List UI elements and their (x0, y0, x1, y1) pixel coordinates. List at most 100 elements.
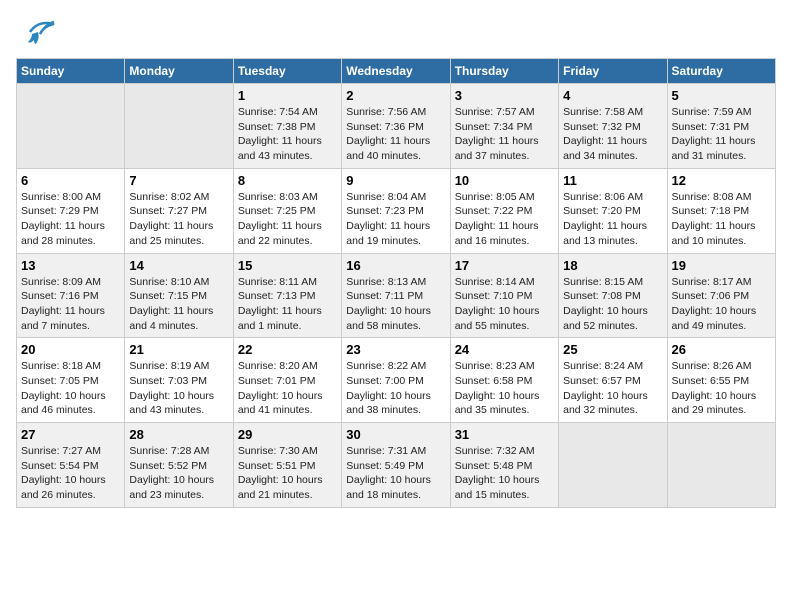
calendar-cell: 14Sunrise: 8:10 AM Sunset: 7:15 PM Dayli… (125, 253, 233, 338)
calendar-table: SundayMondayTuesdayWednesdayThursdayFrid… (16, 58, 776, 508)
calendar-cell: 26 Sunrise: 8:26 AM Sunset: 6:55 PM Dayli… (667, 338, 775, 423)
calendar-cell: 22Sunrise: 8:20 AM Sunset: 7:01 PM Dayli… (233, 338, 341, 423)
calendar-cell: 15 Sunrise: 8:11 AM Sunset: 7:13 PM Dayli… (233, 253, 341, 338)
day-info: Sunrise: 8:23 AM Sunset: 6:58 PM Dayligh… (455, 359, 554, 418)
calendar-cell: 18Sunrise: 8:15 AM Sunset: 7:08 PM Dayli… (559, 253, 667, 338)
calendar-cell: 24 Sunrise: 8:23 AM Sunset: 6:58 PM Dayli… (450, 338, 558, 423)
day-number: 9 (346, 173, 445, 188)
day-info: Sunrise: 8:00 AM Sunset: 7:29 PM Dayligh… (21, 190, 120, 249)
day-number: 31 (455, 427, 554, 442)
day-info: Sunrise: 8:14 AM Sunset: 7:10 PM Dayligh… (455, 275, 554, 334)
day-info: Sunrise: 7:57 AM Sunset: 7:34 PM Dayligh… (455, 105, 554, 164)
day-number: 15 (238, 258, 337, 273)
calendar-cell: 31 Sunrise: 7:32 AM Sunset: 5:48 PM Dayli… (450, 423, 558, 508)
day-info: Sunrise: 7:32 AM Sunset: 5:48 PM Dayligh… (455, 444, 554, 503)
day-number: 16 (346, 258, 445, 273)
calendar-cell: 13 Sunrise: 8:09 AM Sunset: 7:16 PM Dayli… (17, 253, 125, 338)
day-header-monday: Monday (125, 59, 233, 84)
calendar-cell: 6 Sunrise: 8:00 AM Sunset: 7:29 PM Daylig… (17, 168, 125, 253)
day-info: Sunrise: 7:59 AM Sunset: 7:31 PM Dayligh… (672, 105, 771, 164)
day-number: 5 (672, 88, 771, 103)
day-info: Sunrise: 8:06 AM Sunset: 7:20 PM Dayligh… (563, 190, 662, 249)
calendar-cell (667, 423, 775, 508)
calendar-cell: 25 Sunrise: 8:24 AM Sunset: 6:57 PM Dayli… (559, 338, 667, 423)
day-info: Sunrise: 7:56 AM Sunset: 7:36 PM Dayligh… (346, 105, 445, 164)
calendar-cell: 10 Sunrise: 8:05 AM Sunset: 7:22 PM Dayli… (450, 168, 558, 253)
day-info: Sunrise: 7:58 AM Sunset: 7:32 PM Dayligh… (563, 105, 662, 164)
day-number: 28 (129, 427, 228, 442)
day-number: 13 (21, 258, 120, 273)
calendar-cell: 7Sunrise: 8:02 AM Sunset: 7:27 PM Daylig… (125, 168, 233, 253)
day-number: 20 (21, 342, 120, 357)
logo-bird-icon (20, 16, 56, 48)
day-number: 30 (346, 427, 445, 442)
day-number: 4 (563, 88, 662, 103)
calendar-cell: 28Sunrise: 7:28 AM Sunset: 5:52 PM Dayli… (125, 423, 233, 508)
calendar-week-row: 6 Sunrise: 8:00 AM Sunset: 7:29 PM Daylig… (17, 168, 776, 253)
calendar-cell: 9 Sunrise: 8:04 AM Sunset: 7:23 PM Daylig… (342, 168, 450, 253)
day-number: 17 (455, 258, 554, 273)
calendar-cell: 3 Sunrise: 7:57 AM Sunset: 7:34 PM Daylig… (450, 84, 558, 169)
day-number: 1 (238, 88, 337, 103)
day-number: 19 (672, 258, 771, 273)
day-number: 10 (455, 173, 554, 188)
day-header-wednesday: Wednesday (342, 59, 450, 84)
day-number: 12 (672, 173, 771, 188)
calendar-cell: 2 Sunrise: 7:56 AM Sunset: 7:36 PM Daylig… (342, 84, 450, 169)
day-info: Sunrise: 8:24 AM Sunset: 6:57 PM Dayligh… (563, 359, 662, 418)
logo (16, 16, 56, 48)
calendar-cell: 1 Sunrise: 7:54 AM Sunset: 7:38 PM Daylig… (233, 84, 341, 169)
calendar-cell: 30 Sunrise: 7:31 AM Sunset: 5:49 PM Dayli… (342, 423, 450, 508)
day-header-saturday: Saturday (667, 59, 775, 84)
day-info: Sunrise: 8:11 AM Sunset: 7:13 PM Dayligh… (238, 275, 337, 334)
calendar-cell (17, 84, 125, 169)
day-number: 2 (346, 88, 445, 103)
day-number: 7 (129, 173, 228, 188)
calendar-cell: 27 Sunrise: 7:27 AM Sunset: 5:54 PM Dayli… (17, 423, 125, 508)
calendar-cell: 23 Sunrise: 8:22 AM Sunset: 7:00 PM Dayli… (342, 338, 450, 423)
day-info: Sunrise: 7:30 AM Sunset: 5:51 PM Dayligh… (238, 444, 337, 503)
day-number: 29 (238, 427, 337, 442)
day-number: 3 (455, 88, 554, 103)
calendar-cell: 20 Sunrise: 8:18 AM Sunset: 7:05 PM Dayli… (17, 338, 125, 423)
day-info: Sunrise: 8:15 AM Sunset: 7:08 PM Dayligh… (563, 275, 662, 334)
calendar-cell: 19Sunrise: 8:17 AM Sunset: 7:06 PM Dayli… (667, 253, 775, 338)
calendar-week-row: 27 Sunrise: 7:27 AM Sunset: 5:54 PM Dayli… (17, 423, 776, 508)
day-info: Sunrise: 7:27 AM Sunset: 5:54 PM Dayligh… (21, 444, 120, 503)
day-info: Sunrise: 8:10 AM Sunset: 7:15 PM Dayligh… (129, 275, 228, 334)
day-number: 11 (563, 173, 662, 188)
day-info: Sunrise: 8:08 AM Sunset: 7:18 PM Dayligh… (672, 190, 771, 249)
day-number: 23 (346, 342, 445, 357)
day-number: 24 (455, 342, 554, 357)
calendar-week-row: 1 Sunrise: 7:54 AM Sunset: 7:38 PM Daylig… (17, 84, 776, 169)
calendar-cell: 4 Sunrise: 7:58 AM Sunset: 7:32 PM Daylig… (559, 84, 667, 169)
calendar-cell: 12 Sunrise: 8:08 AM Sunset: 7:18 PM Dayli… (667, 168, 775, 253)
calendar-cell (559, 423, 667, 508)
day-info: Sunrise: 8:22 AM Sunset: 7:00 PM Dayligh… (346, 359, 445, 418)
calendar-cell: 16Sunrise: 8:13 AM Sunset: 7:11 PM Dayli… (342, 253, 450, 338)
day-info: Sunrise: 8:26 AM Sunset: 6:55 PM Dayligh… (672, 359, 771, 418)
calendar-cell: 21 Sunrise: 8:19 AM Sunset: 7:03 PM Dayli… (125, 338, 233, 423)
day-header-tuesday: Tuesday (233, 59, 341, 84)
day-number: 8 (238, 173, 337, 188)
day-number: 21 (129, 342, 228, 357)
calendar-cell: 5 Sunrise: 7:59 AM Sunset: 7:31 PM Daylig… (667, 84, 775, 169)
calendar-cell: 11 Sunrise: 8:06 AM Sunset: 7:20 PM Dayli… (559, 168, 667, 253)
day-info: Sunrise: 8:04 AM Sunset: 7:23 PM Dayligh… (346, 190, 445, 249)
calendar-cell (125, 84, 233, 169)
day-info: Sunrise: 8:19 AM Sunset: 7:03 PM Dayligh… (129, 359, 228, 418)
day-header-friday: Friday (559, 59, 667, 84)
day-info: Sunrise: 8:03 AM Sunset: 7:25 PM Dayligh… (238, 190, 337, 249)
day-number: 26 (672, 342, 771, 357)
day-number: 25 (563, 342, 662, 357)
day-info: Sunrise: 8:18 AM Sunset: 7:05 PM Dayligh… (21, 359, 120, 418)
day-number: 22 (238, 342, 337, 357)
day-number: 6 (21, 173, 120, 188)
day-number: 27 (21, 427, 120, 442)
day-info: Sunrise: 8:05 AM Sunset: 7:22 PM Dayligh… (455, 190, 554, 249)
day-info: Sunrise: 7:54 AM Sunset: 7:38 PM Dayligh… (238, 105, 337, 164)
page-header (16, 16, 776, 48)
day-info: Sunrise: 7:31 AM Sunset: 5:49 PM Dayligh… (346, 444, 445, 503)
calendar-cell: 8 Sunrise: 8:03 AM Sunset: 7:25 PM Daylig… (233, 168, 341, 253)
day-info: Sunrise: 8:09 AM Sunset: 7:16 PM Dayligh… (21, 275, 120, 334)
